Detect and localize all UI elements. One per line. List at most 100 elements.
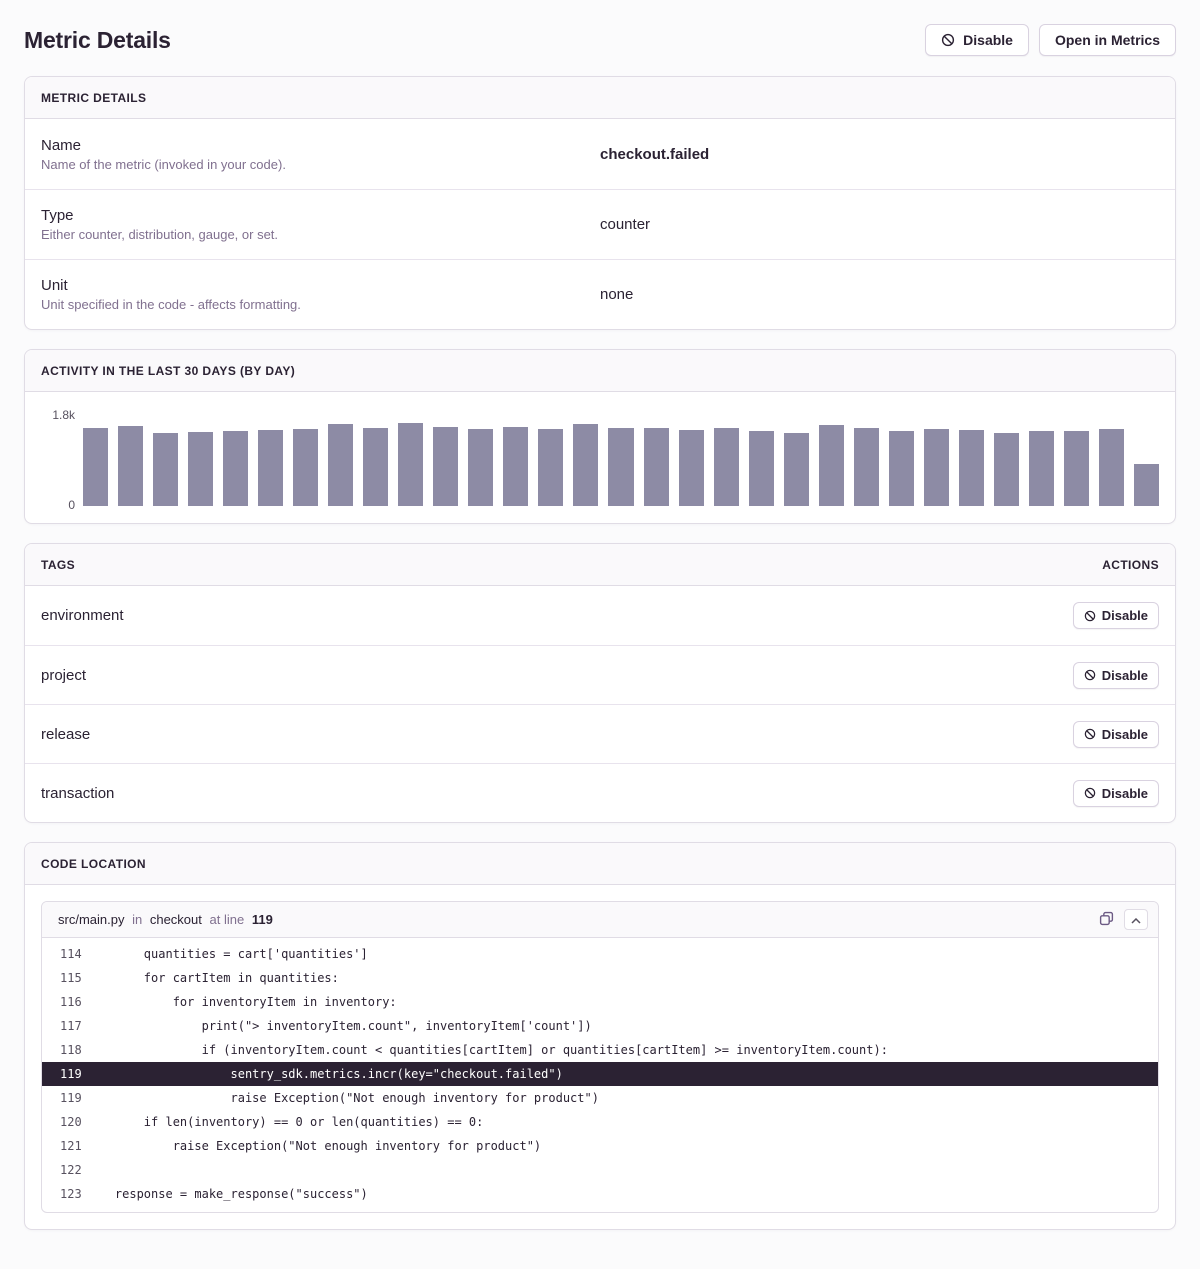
- code-frame-actions: [1097, 909, 1148, 931]
- detail-row-unit: Unit Unit specified in the code - affect…: [25, 259, 1175, 329]
- tag-label: release: [41, 726, 90, 743]
- ban-icon: [1084, 728, 1096, 740]
- metric-type-value: counter: [600, 216, 1159, 233]
- activity-bar-chart: [83, 414, 1159, 506]
- chart-bar: [679, 430, 704, 506]
- tags-panel: TAGS ACTIONS environment Disable project: [24, 543, 1176, 823]
- tags-panel-header: TAGS ACTIONS: [25, 544, 1175, 586]
- copy-code-button[interactable]: [1097, 909, 1116, 931]
- chart-bar: [118, 426, 143, 506]
- code-file-path: src/main.py: [58, 912, 124, 927]
- code-text: raise Exception("Not enough inventory fo…: [86, 1134, 541, 1158]
- code-text: for inventoryItem in inventory:: [86, 990, 397, 1014]
- detail-label: Unit: [41, 277, 600, 294]
- disable-tag-label: Disable: [1102, 786, 1148, 801]
- code-text: if len(inventory) == 0 or len(quantities…: [86, 1110, 483, 1134]
- line-number: 122: [42, 1158, 86, 1182]
- line-number: 116: [42, 990, 86, 1014]
- chart-bar: [433, 427, 458, 506]
- code-line: 114 quantities = cart['quantities']: [42, 942, 1158, 966]
- tag-row-environment: environment Disable: [25, 586, 1175, 645]
- detail-row-name-left: Name Name of the metric (invoked in your…: [41, 137, 600, 172]
- code-line: 123 response = make_response("success"): [42, 1182, 1158, 1206]
- disable-metric-button[interactable]: Disable: [925, 24, 1029, 56]
- detail-label: Type: [41, 207, 600, 224]
- copy-icon: [1099, 911, 1114, 929]
- chart-bar: [854, 428, 879, 506]
- chart-bar: [784, 433, 809, 506]
- code-text: quantities = cart['quantities']: [86, 942, 368, 966]
- tag-row-project: project Disable: [25, 645, 1175, 704]
- chart-bar: [188, 432, 213, 506]
- detail-row-type: Type Either counter, distribution, gauge…: [25, 189, 1175, 259]
- code-function-name: checkout: [150, 912, 202, 927]
- metric-unit-value: none: [600, 286, 1159, 303]
- line-number: 114: [42, 942, 86, 966]
- disable-tag-release-button[interactable]: Disable: [1073, 721, 1159, 748]
- chart-bar: [83, 428, 108, 506]
- code-line: 121 raise Exception("Not enough inventor…: [42, 1134, 1158, 1158]
- chart-bar: [328, 424, 353, 506]
- ban-icon: [1084, 610, 1096, 622]
- code-text: print("> inventoryItem.count", inventory…: [86, 1014, 592, 1038]
- chart-bar: [1064, 431, 1089, 506]
- line-number: 120: [42, 1110, 86, 1134]
- code-line: 117 print("> inventoryItem.count", inven…: [42, 1014, 1158, 1038]
- open-in-metrics-label: Open in Metrics: [1055, 32, 1160, 48]
- code-text: for cartItem in quantities:: [86, 966, 339, 990]
- tag-label: transaction: [41, 785, 114, 802]
- chart-bar: [959, 430, 984, 506]
- code-at-line-word: at line: [210, 912, 245, 927]
- y-axis-max-label: 1.8k: [52, 409, 75, 421]
- detail-row-type-left: Type Either counter, distribution, gauge…: [41, 207, 600, 242]
- detail-description: Name of the metric (invoked in your code…: [41, 157, 600, 172]
- tags-actions-column-label: ACTIONS: [1102, 558, 1159, 572]
- chart-bar: [1029, 431, 1054, 506]
- chevron-up-icon: [1131, 912, 1141, 927]
- chart-bar: [538, 429, 563, 506]
- chart-bar: [1134, 464, 1159, 506]
- page-title: Metric Details: [24, 27, 171, 54]
- line-number: 123: [42, 1182, 86, 1206]
- line-number: 115: [42, 966, 86, 990]
- metric-details-panel: METRIC DETAILS Name Name of the metric (…: [24, 76, 1176, 330]
- line-number: 119: [42, 1062, 86, 1086]
- code-body: 114 quantities = cart['quantities'] 115 …: [42, 938, 1158, 1212]
- metric-details-panel-header: METRIC DETAILS: [25, 77, 1175, 119]
- chart-bar: [503, 427, 528, 506]
- open-in-metrics-button[interactable]: Open in Metrics: [1039, 24, 1176, 56]
- code-line: 122: [42, 1158, 1158, 1182]
- tags-panel-title: TAGS: [41, 558, 75, 572]
- detail-description: Unit specified in the code - affects for…: [41, 297, 600, 312]
- code-text: if (inventoryItem.count < quantities[car…: [86, 1038, 888, 1062]
- chart-bar: [714, 428, 739, 506]
- code-text: response = make_response("success"): [86, 1182, 368, 1206]
- tag-row-release: release Disable: [25, 704, 1175, 763]
- disable-tag-label: Disable: [1102, 668, 1148, 683]
- code-location-body: src/main.py in checkout at line 119: [25, 885, 1175, 1229]
- metric-details-page: Metric Details Disable Open in Metrics M…: [0, 0, 1200, 1269]
- disable-tag-project-button[interactable]: Disable: [1073, 662, 1159, 689]
- disable-tag-label: Disable: [1102, 727, 1148, 742]
- collapse-code-button[interactable]: [1124, 909, 1148, 930]
- code-location-panel-header: CODE LOCATION: [25, 843, 1175, 885]
- disable-tag-environment-button[interactable]: Disable: [1073, 602, 1159, 629]
- line-number: 117: [42, 1014, 86, 1038]
- code-text: raise Exception("Not enough inventory fo…: [86, 1086, 599, 1110]
- page-header: Metric Details Disable Open in Metrics: [24, 24, 1176, 56]
- code-location-panel: CODE LOCATION src/main.py in checkout at…: [24, 842, 1176, 1230]
- code-text: sentry_sdk.metrics.incr(key="checkout.fa…: [86, 1062, 563, 1086]
- y-axis-min-label: 0: [68, 499, 75, 511]
- chart-bar: [1099, 429, 1124, 506]
- chart-bar: [258, 430, 283, 506]
- chart-bar: [573, 424, 598, 506]
- tag-label: project: [41, 667, 86, 684]
- detail-row-name: Name Name of the metric (invoked in your…: [25, 119, 1175, 189]
- ban-icon: [1084, 787, 1096, 799]
- activity-chart: 1.8k 0: [25, 392, 1175, 523]
- chart-bar: [819, 425, 844, 506]
- disable-tag-transaction-button[interactable]: Disable: [1073, 780, 1159, 807]
- chart-bar: [644, 428, 669, 506]
- chart-bar: [468, 429, 493, 506]
- chart-bar: [889, 431, 914, 506]
